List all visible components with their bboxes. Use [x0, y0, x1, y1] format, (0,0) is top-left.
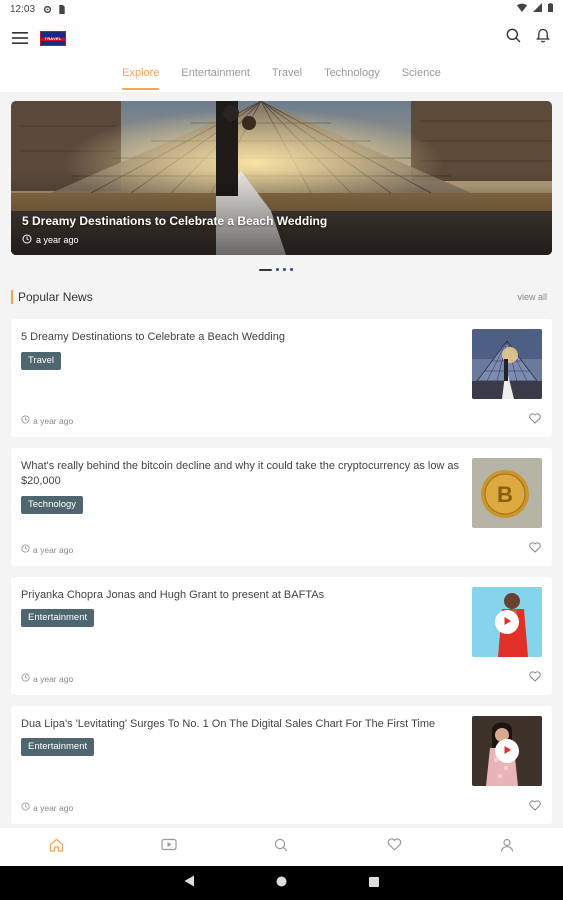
- tab-explore[interactable]: Explore: [111, 58, 170, 92]
- search-icon: [506, 28, 521, 48]
- tab-travel[interactable]: Travel: [261, 58, 313, 92]
- home-system-button[interactable]: [275, 876, 289, 890]
- news-thumbnail: [472, 329, 542, 399]
- news-timestamp: a year ago: [21, 802, 73, 813]
- heart-icon: [387, 838, 402, 856]
- news-thumbnail[interactable]: [472, 587, 542, 657]
- bottom-navigation: [0, 828, 563, 866]
- tab-technology[interactable]: Technology: [313, 58, 391, 92]
- back-button[interactable]: [183, 874, 197, 892]
- hero-title: 5 Dreamy Destinations to Celebrate a Bea…: [22, 214, 328, 228]
- app-bar: TRAVEL: [0, 18, 563, 58]
- battery-status-icon: [548, 3, 553, 15]
- hero-time-text: a year ago: [36, 235, 79, 245]
- news-timestamp: a year ago: [21, 673, 73, 684]
- view-all-link[interactable]: view all: [517, 292, 547, 302]
- settings-status-icon: [43, 5, 52, 14]
- logo-text: TRAVEL: [44, 35, 62, 41]
- carousel-dot-3[interactable]: [283, 268, 286, 271]
- profile-icon: [500, 838, 514, 857]
- bell-icon: [536, 28, 550, 48]
- sim-card-status-icon: [58, 4, 66, 14]
- nav-videos[interactable]: [149, 832, 189, 862]
- heart-icon: [529, 798, 541, 816]
- clock-icon: [22, 234, 32, 246]
- play-icon: [502, 742, 512, 760]
- hero-image: [11, 101, 552, 255]
- nav-profile[interactable]: [487, 832, 527, 862]
- news-headline: Dua Lipa's 'Levitating' Surges To No. 1 …: [21, 718, 436, 730]
- nav-home[interactable]: [36, 832, 76, 862]
- favorite-button[interactable]: [528, 800, 542, 814]
- category-tag[interactable]: Entertainment: [21, 738, 95, 756]
- play-button[interactable]: [495, 739, 519, 763]
- recents-square-icon: [368, 874, 379, 892]
- news-time-text: a year ago: [33, 802, 74, 813]
- category-tag[interactable]: Travel: [21, 352, 62, 370]
- section-accent-bar: [11, 290, 13, 304]
- news-headline: 5 Dreamy Destinations to Celebrate a Bea…: [21, 331, 285, 343]
- clock-icon: [21, 802, 30, 813]
- video-icon: [161, 838, 177, 856]
- clock-icon: [21, 415, 30, 426]
- play-button[interactable]: [495, 610, 519, 634]
- heart-icon: [529, 540, 541, 558]
- carousel-dot-4[interactable]: [290, 268, 293, 271]
- menu-icon[interactable]: [10, 28, 30, 48]
- home-circle-icon: [276, 874, 287, 892]
- search-icon: [274, 838, 288, 857]
- news-time-text: a year ago: [33, 544, 74, 555]
- favorite-button[interactable]: [528, 413, 542, 427]
- popular-news-header: Popular News view all: [11, 290, 547, 304]
- home-icon: [49, 838, 64, 857]
- tab-science[interactable]: Science: [391, 58, 452, 92]
- category-tag[interactable]: Technology: [21, 496, 84, 514]
- status-bar: 12:03: [0, 0, 563, 18]
- clock-icon: [21, 544, 30, 555]
- hero-timestamp: a year ago: [22, 234, 79, 246]
- back-triangle-icon: [184, 874, 195, 892]
- favorite-button[interactable]: [528, 671, 542, 685]
- carousel-dot-2[interactable]: [276, 268, 279, 271]
- news-headline: What's really behind the bitcoin decline…: [21, 460, 460, 487]
- news-thumbnail: B: [472, 458, 542, 528]
- news-card[interactable]: Dua Lipa's 'Levitating' Surges To No. 1 …: [11, 706, 552, 824]
- category-tabs: Explore Entertainment Travel Technology …: [0, 58, 563, 92]
- status-time: 12:03: [10, 3, 36, 15]
- carousel-indicator: [259, 268, 293, 271]
- nav-search[interactable]: [261, 832, 301, 862]
- news-card[interactable]: 5 Dreamy Destinations to Celebrate a Bea…: [11, 319, 552, 437]
- nav-favorites[interactable]: [374, 832, 414, 862]
- app-logo[interactable]: TRAVEL: [40, 30, 66, 46]
- section-title: Popular News: [18, 290, 93, 304]
- signal-status-icon: [533, 3, 542, 15]
- news-headline: Priyanka Chopra Jonas and Hugh Grant to …: [21, 589, 325, 601]
- heart-icon: [529, 669, 541, 687]
- news-time-text: a year ago: [33, 673, 74, 684]
- category-tag[interactable]: Entertainment: [21, 609, 95, 627]
- news-thumbnail[interactable]: [472, 716, 542, 786]
- notifications-button[interactable]: [533, 28, 553, 48]
- news-timestamp: a year ago: [21, 544, 73, 555]
- hero-carousel-slide[interactable]: 5 Dreamy Destinations to Celebrate a Bea…: [11, 101, 552, 255]
- svg-text:B: B: [497, 482, 513, 507]
- search-button[interactable]: [503, 28, 523, 48]
- recents-button[interactable]: [367, 876, 381, 890]
- favorite-button[interactable]: [528, 542, 542, 556]
- news-card[interactable]: What's really behind the bitcoin decline…: [11, 448, 552, 566]
- heart-icon: [529, 411, 541, 429]
- news-time-text: a year ago: [33, 415, 74, 426]
- system-navigation-bar: [0, 866, 563, 900]
- play-icon: [502, 613, 512, 631]
- carousel-dot-1[interactable]: [259, 268, 272, 271]
- tab-entertainment[interactable]: Entertainment: [170, 58, 260, 92]
- clock-icon: [21, 673, 30, 684]
- news-card[interactable]: Priyanka Chopra Jonas and Hugh Grant to …: [11, 577, 552, 695]
- news-timestamp: a year ago: [21, 415, 73, 426]
- wifi-status-icon: [517, 3, 527, 15]
